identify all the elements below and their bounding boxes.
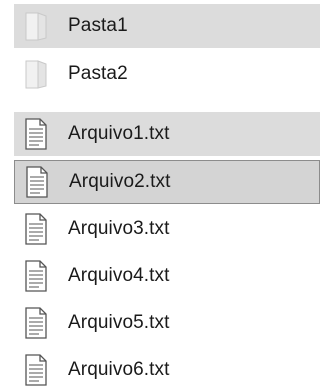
- file-name: Arquivo1.txt: [68, 123, 170, 144]
- file-name: Arquivo2.txt: [69, 171, 171, 192]
- file-name: Pasta2: [68, 63, 128, 84]
- file-item-arquivo3[interactable]: Arquivo3.txt: [14, 207, 320, 251]
- file-item-arquivo2[interactable]: Arquivo2.txt: [14, 160, 320, 204]
- folder-icon: [25, 12, 47, 41]
- text-file-icon: [25, 213, 47, 245]
- file-list: Pasta1 Pasta2 Arquivo1.txt Arquivo2.txt: [0, 0, 320, 392]
- file-name: Arquivo6.txt: [68, 359, 170, 380]
- text-file-icon: [25, 307, 47, 339]
- file-name: Arquivo3.txt: [68, 218, 170, 239]
- text-file-icon: [26, 166, 48, 198]
- file-item-arquivo1[interactable]: Arquivo1.txt: [14, 112, 320, 156]
- text-file-icon: [25, 118, 47, 150]
- file-name: Arquivo5.txt: [68, 312, 170, 333]
- file-item-pasta1[interactable]: Pasta1: [14, 4, 320, 48]
- text-file-icon: [25, 260, 47, 292]
- file-item-arquivo6[interactable]: Arquivo6.txt: [14, 348, 320, 392]
- file-name: Arquivo4.txt: [68, 265, 170, 286]
- file-item-arquivo4[interactable]: Arquivo4.txt: [14, 254, 320, 298]
- folder-icon: [25, 60, 47, 89]
- file-item-pasta2[interactable]: Pasta2: [14, 52, 320, 96]
- file-item-arquivo5[interactable]: Arquivo5.txt: [14, 301, 320, 345]
- text-file-icon: [25, 354, 47, 386]
- file-name: Pasta1: [68, 15, 128, 36]
